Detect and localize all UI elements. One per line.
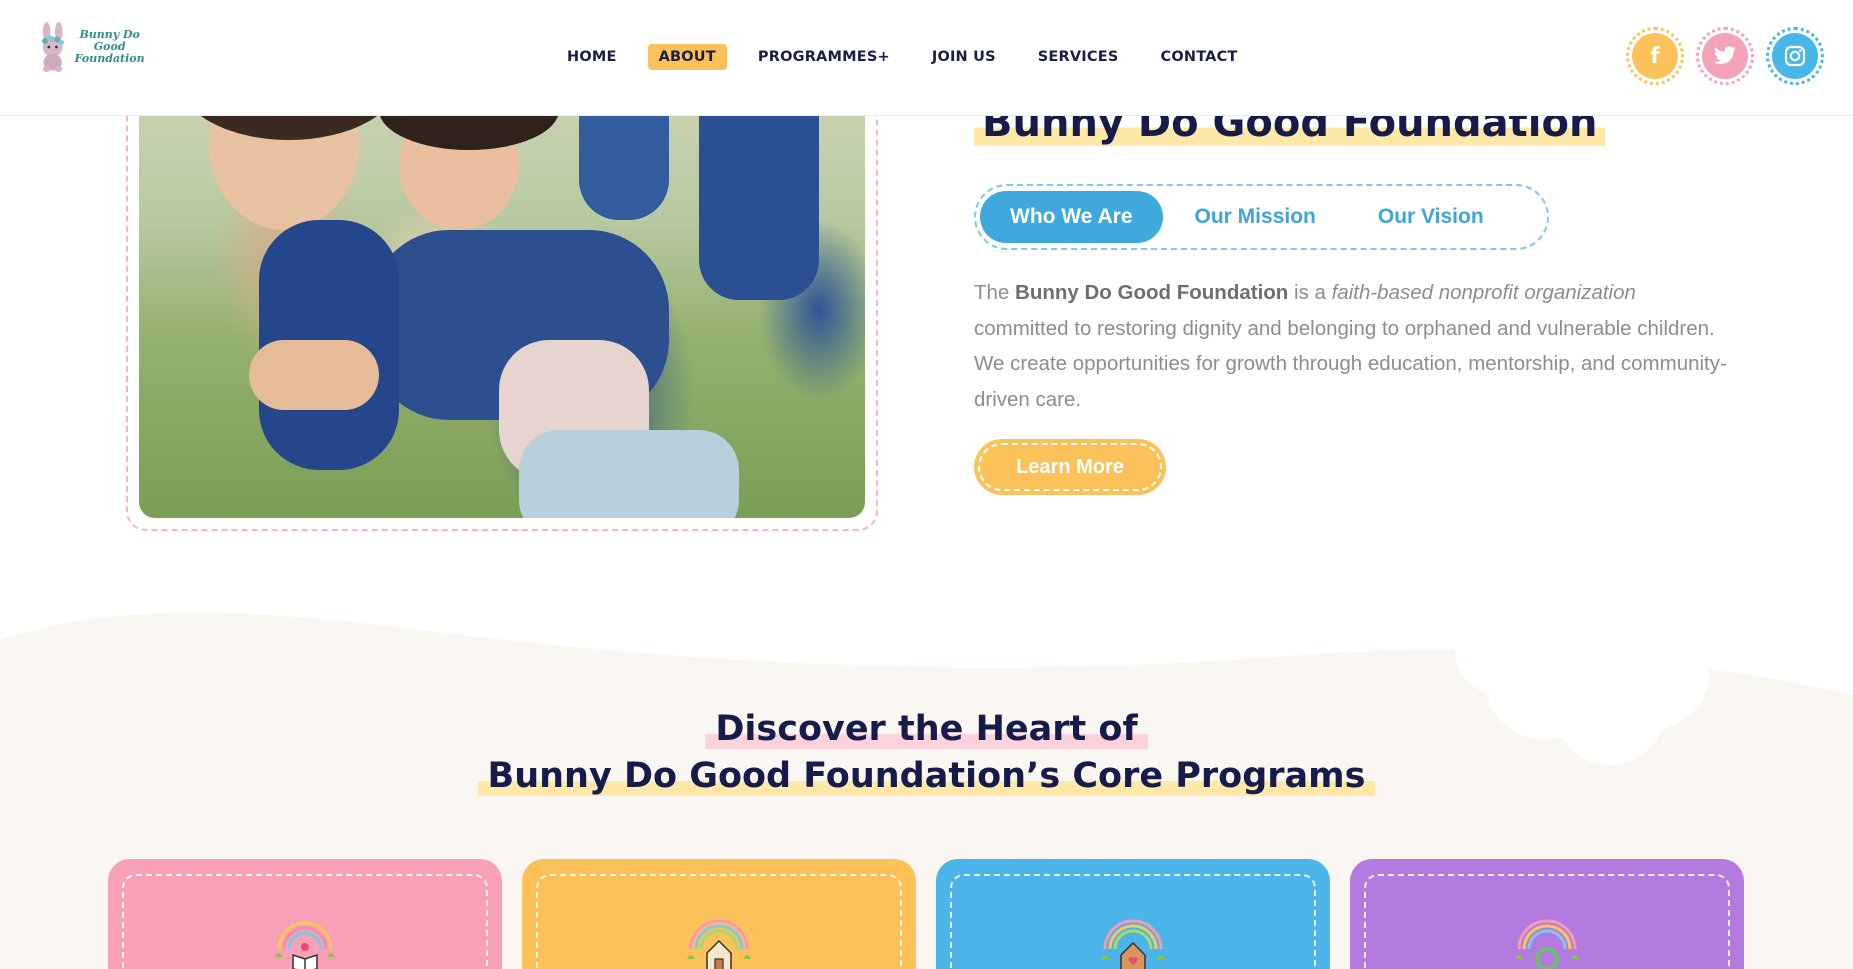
tab-our-mission[interactable]: Our Mission bbox=[1165, 191, 1346, 243]
instagram-icon bbox=[1772, 33, 1818, 79]
nav-about[interactable]: ABOUT bbox=[647, 44, 727, 70]
tab-our-vision[interactable]: Our Vision bbox=[1348, 191, 1514, 243]
hero-description: The Bunny Do Good Foundation is a faith-… bbox=[974, 275, 1734, 417]
recycle-rainbow-icon bbox=[1515, 919, 1579, 969]
logo-text-line2: Foundation bbox=[74, 52, 145, 65]
program-card-4[interactable] bbox=[1350, 859, 1744, 969]
program-card-2[interactable] bbox=[522, 859, 916, 969]
desc-text-3: committed to restoring dignity and belon… bbox=[974, 316, 1727, 411]
main-nav: HOME ABOUT PROGRAMMES+ JOIN US SERVICES … bbox=[556, 44, 1269, 70]
social-links: f bbox=[1613, 27, 1824, 85]
desc-org-type: faith-based nonprofit organization bbox=[1331, 281, 1636, 304]
nav-contact[interactable]: CONTACT bbox=[1150, 44, 1249, 70]
facebook-icon: f bbox=[1632, 33, 1678, 79]
nav-join-us[interactable]: JOIN US bbox=[921, 44, 1007, 70]
site-logo[interactable]: Bunny Do Good Foundation bbox=[36, 12, 146, 82]
book-rainbow-icon bbox=[275, 921, 335, 969]
programs-section-title: Discover the Heart of Bunny Do Good Foun… bbox=[0, 706, 1853, 800]
nav-programmes[interactable]: PROGRAMMES+ bbox=[747, 44, 901, 70]
heart-house-rainbow-icon bbox=[1101, 919, 1165, 969]
about-tabs: Who We Are Our Mission Our Vision bbox=[974, 184, 1549, 250]
program-card-3[interactable] bbox=[936, 859, 1330, 969]
house-rainbow-icon bbox=[687, 919, 751, 969]
learn-more-button[interactable]: Learn More bbox=[974, 439, 1166, 495]
twitter-link[interactable] bbox=[1696, 27, 1754, 85]
nav-services[interactable]: SERVICES bbox=[1027, 44, 1130, 70]
tab-who-we-are[interactable]: Who We Are bbox=[980, 191, 1163, 243]
site-header: Bunny Do Good Foundation HOME ABOUT PROG… bbox=[0, 0, 1853, 116]
desc-org-name: Bunny Do Good Foundation bbox=[1015, 281, 1289, 304]
learn-more-label: Learn More bbox=[1016, 455, 1124, 478]
twitter-icon bbox=[1702, 33, 1748, 79]
nav-home[interactable]: HOME bbox=[556, 44, 628, 70]
programs-title-line2: Bunny Do Good Foundation’s Core Programs bbox=[477, 756, 1376, 796]
desc-text-2: is a bbox=[1288, 281, 1332, 304]
program-card-1[interactable] bbox=[108, 859, 502, 969]
hero-photo-volunteer-with-child bbox=[139, 60, 865, 518]
bunny-logo-icon bbox=[42, 22, 65, 72]
programs-title-line1: Discover the Heart of bbox=[705, 709, 1148, 749]
logo-text: Bunny Do Good Foundation bbox=[73, 29, 146, 65]
desc-text-1: The bbox=[974, 281, 1016, 304]
logo-text-line1: Bunny Do Good bbox=[79, 28, 140, 53]
instagram-link[interactable] bbox=[1766, 27, 1824, 85]
facebook-link[interactable]: f bbox=[1626, 27, 1684, 85]
